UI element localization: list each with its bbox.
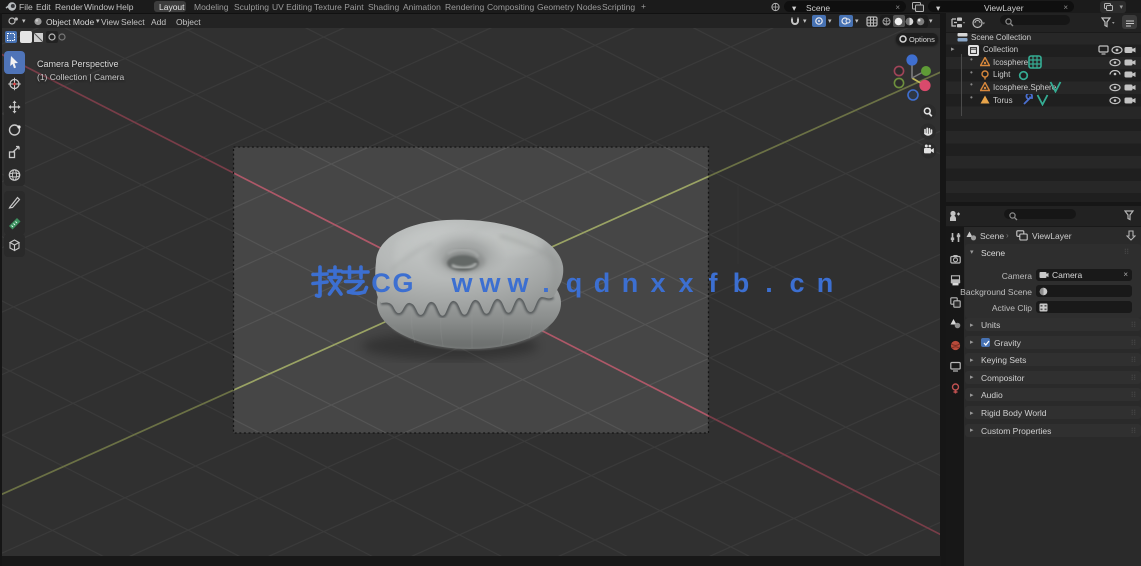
svg-text:www.qdnxxfb.cn: www.qdnxxfb.cn: [450, 268, 833, 298]
svg-text:CG: CG: [371, 268, 413, 298]
